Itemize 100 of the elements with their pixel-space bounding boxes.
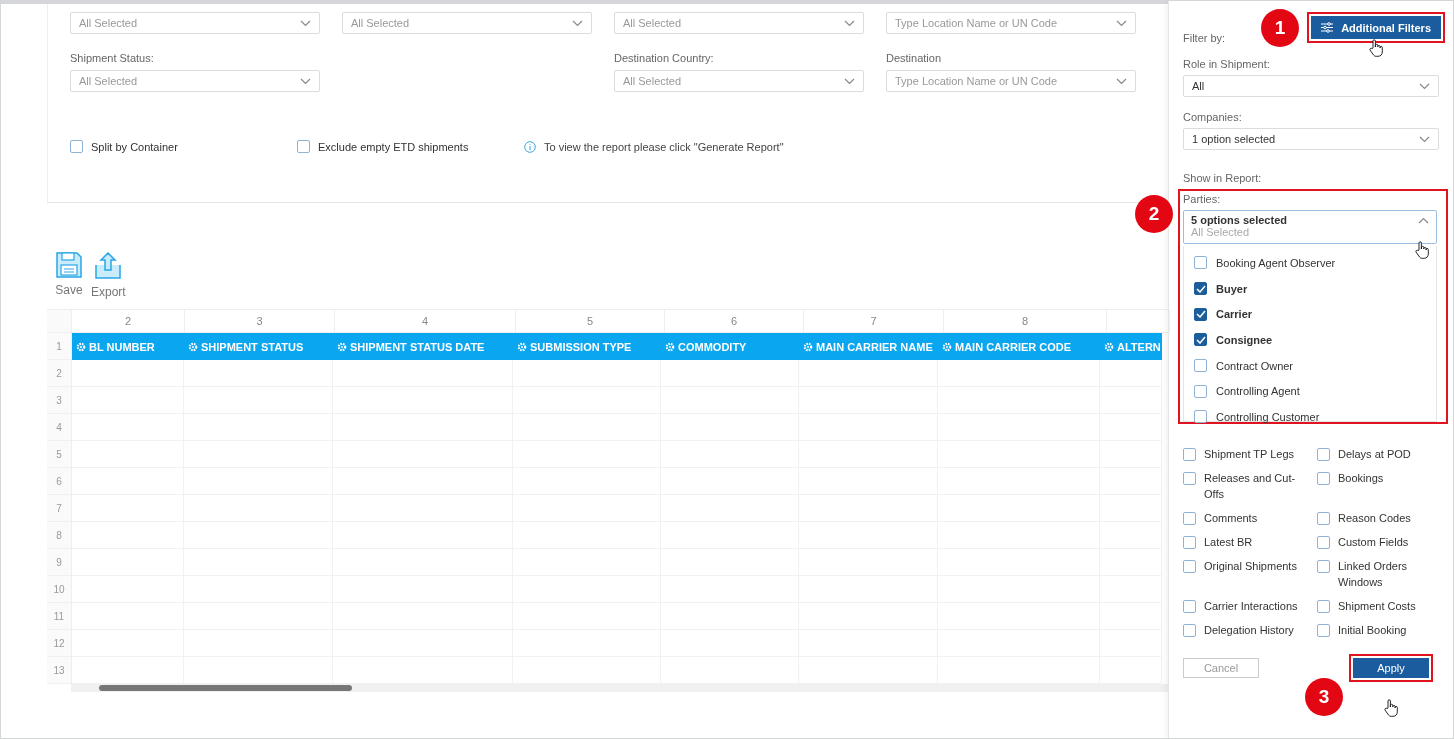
checkbox[interactable] <box>1183 600 1196 613</box>
multiselect-field[interactable]: 5 options selected All Selected <box>1183 210 1437 244</box>
option-label[interactable]: Carrier <box>1216 308 1253 321</box>
checkbox[interactable] <box>1194 359 1207 373</box>
column-header[interactable]: BL NUMBER <box>72 333 184 360</box>
chevron-down-icon <box>1116 19 1127 27</box>
step-number-marker: 3 <box>1305 678 1343 716</box>
row-number: 11 <box>47 603 72 630</box>
column-header[interactable]: SUBMISSION TYPE <box>513 333 661 360</box>
horizontal-scrollbar[interactable] <box>99 685 352 691</box>
chevron-down-icon <box>300 19 311 27</box>
sliders-icon <box>1321 22 1334 33</box>
checkbox[interactable] <box>1194 282 1207 296</box>
checkbox-label: Delays at POD <box>1338 447 1411 462</box>
row-number: 12 <box>47 630 72 657</box>
gear-icon <box>803 341 813 352</box>
checkbox[interactable] <box>1317 512 1330 525</box>
column-header[interactable]: COMMODITY <box>661 333 799 360</box>
checkbox[interactable] <box>1317 472 1330 485</box>
checkbox[interactable] <box>1194 256 1207 270</box>
hand-cursor-icon <box>1384 699 1398 717</box>
option-label[interactable]: Booking Agent Observer <box>1216 256 1336 269</box>
row-number: 1 <box>47 333 72 360</box>
column-header[interactable]: ALTERN <box>1100 333 1162 360</box>
checkbox[interactable] <box>1317 536 1330 549</box>
option-label[interactable]: Contract Owner <box>1216 359 1294 372</box>
dropdown-field[interactable]: Type Location Name or UN Code <box>886 70 1136 92</box>
row-number: 2 <box>47 360 72 387</box>
dropdown-field[interactable]: 1 option selected <box>1183 128 1439 150</box>
checkbox[interactable] <box>1183 536 1196 549</box>
chevron-down-icon <box>844 77 855 85</box>
checkbox[interactable] <box>1183 512 1196 525</box>
step-number-marker: 1 <box>1261 9 1299 47</box>
chevron-down-icon <box>1419 82 1430 90</box>
checkbox[interactable] <box>1183 560 1196 573</box>
checkbox-label: Reason Codes <box>1338 511 1411 526</box>
dropdown-field[interactable]: All Selected <box>342 12 592 34</box>
checkbox-label: Latest BR <box>1204 535 1253 550</box>
row-number: 4 <box>47 414 72 441</box>
dropdown-field[interactable]: All Selected <box>614 12 864 34</box>
field-label: Shipment Status: <box>70 52 155 66</box>
checkbox[interactable] <box>70 140 83 153</box>
dropdown-field[interactable]: All Selected <box>70 12 320 34</box>
hand-cursor-icon <box>1369 39 1383 57</box>
column-header[interactable]: MAIN CARRIER CODE <box>938 333 1100 360</box>
checkbox[interactable] <box>297 140 310 153</box>
panel-title: Filter by: <box>1183 32 1226 44</box>
section-label: Show in Report: <box>1183 172 1263 184</box>
checkbox[interactable] <box>1194 333 1207 347</box>
row-number: 7 <box>47 495 72 522</box>
toolbar-button[interactable]: Save <box>55 251 83 309</box>
checkbox-label: Delegation History <box>1204 623 1294 638</box>
column-header[interactable]: SHIPMENT STATUS DATE <box>333 333 513 360</box>
row-number: 13 <box>47 657 72 684</box>
checkbox[interactable] <box>1183 472 1196 485</box>
checkbox[interactable] <box>1194 307 1207 321</box>
gear-icon <box>942 341 952 352</box>
checkbox[interactable] <box>1317 624 1330 637</box>
column-header[interactable]: MAIN CARRIER NAME <box>799 333 938 360</box>
chevron-down-icon <box>300 77 311 85</box>
checkbox[interactable] <box>1194 384 1207 398</box>
checkbox-label: Carrier Interactions <box>1204 599 1298 614</box>
info-text: To view the report please click "Generate Report" <box>544 140 784 153</box>
row-number: 9 <box>47 549 72 576</box>
row-number: 3 <box>47 387 72 414</box>
row-number: 8 <box>47 522 72 549</box>
gear-icon <box>517 341 527 352</box>
chevron-up-icon <box>1418 217 1429 224</box>
option-label[interactable]: Controlling Customer <box>1216 410 1320 423</box>
field-label: Destination Country: <box>614 52 715 66</box>
gear-icon <box>1104 341 1114 352</box>
option-label[interactable]: Controlling Agent <box>1216 385 1300 398</box>
checkbox[interactable] <box>1183 448 1196 461</box>
checkbox[interactable] <box>1317 600 1330 613</box>
gear-icon <box>665 341 675 352</box>
checkbox[interactable] <box>1317 560 1330 573</box>
checkbox-label: Releases and Cut-Offs <box>1204 471 1297 502</box>
toolbar-button[interactable]: Export <box>91 251 126 309</box>
cancel-button[interactable]: Cancel <box>1183 658 1259 678</box>
gear-icon <box>76 341 86 352</box>
option-label[interactable]: Buyer <box>1216 282 1248 295</box>
checkbox[interactable] <box>1317 448 1330 461</box>
field-label: Companies: <box>1183 111 1243 123</box>
dropdown-field[interactable]: All Selected <box>614 70 864 92</box>
option-label[interactable]: Consignee <box>1216 333 1273 346</box>
checkbox[interactable] <box>1183 624 1196 637</box>
checkbox-label: Shipment Costs <box>1338 599 1416 614</box>
dropdown-field[interactable]: All <box>1183 75 1439 97</box>
checkbox-label: Split by Container <box>91 140 178 153</box>
checkbox-label: Shipment TP Legs <box>1204 447 1295 462</box>
table-cell <box>1100 360 1162 387</box>
gear-icon <box>188 341 198 352</box>
dropdown-field[interactable]: All Selected <box>70 70 320 92</box>
chevron-down-icon <box>844 19 855 27</box>
checkbox-label: Comments <box>1204 511 1258 526</box>
dropdown-field[interactable]: Type Location Name or UN Code <box>886 12 1136 34</box>
field-label: Role in Shipment: <box>1183 58 1271 70</box>
checkbox[interactable] <box>1194 410 1207 424</box>
chevron-down-icon <box>1116 77 1127 85</box>
column-header[interactable]: SHIPMENT STATUS <box>184 333 333 360</box>
